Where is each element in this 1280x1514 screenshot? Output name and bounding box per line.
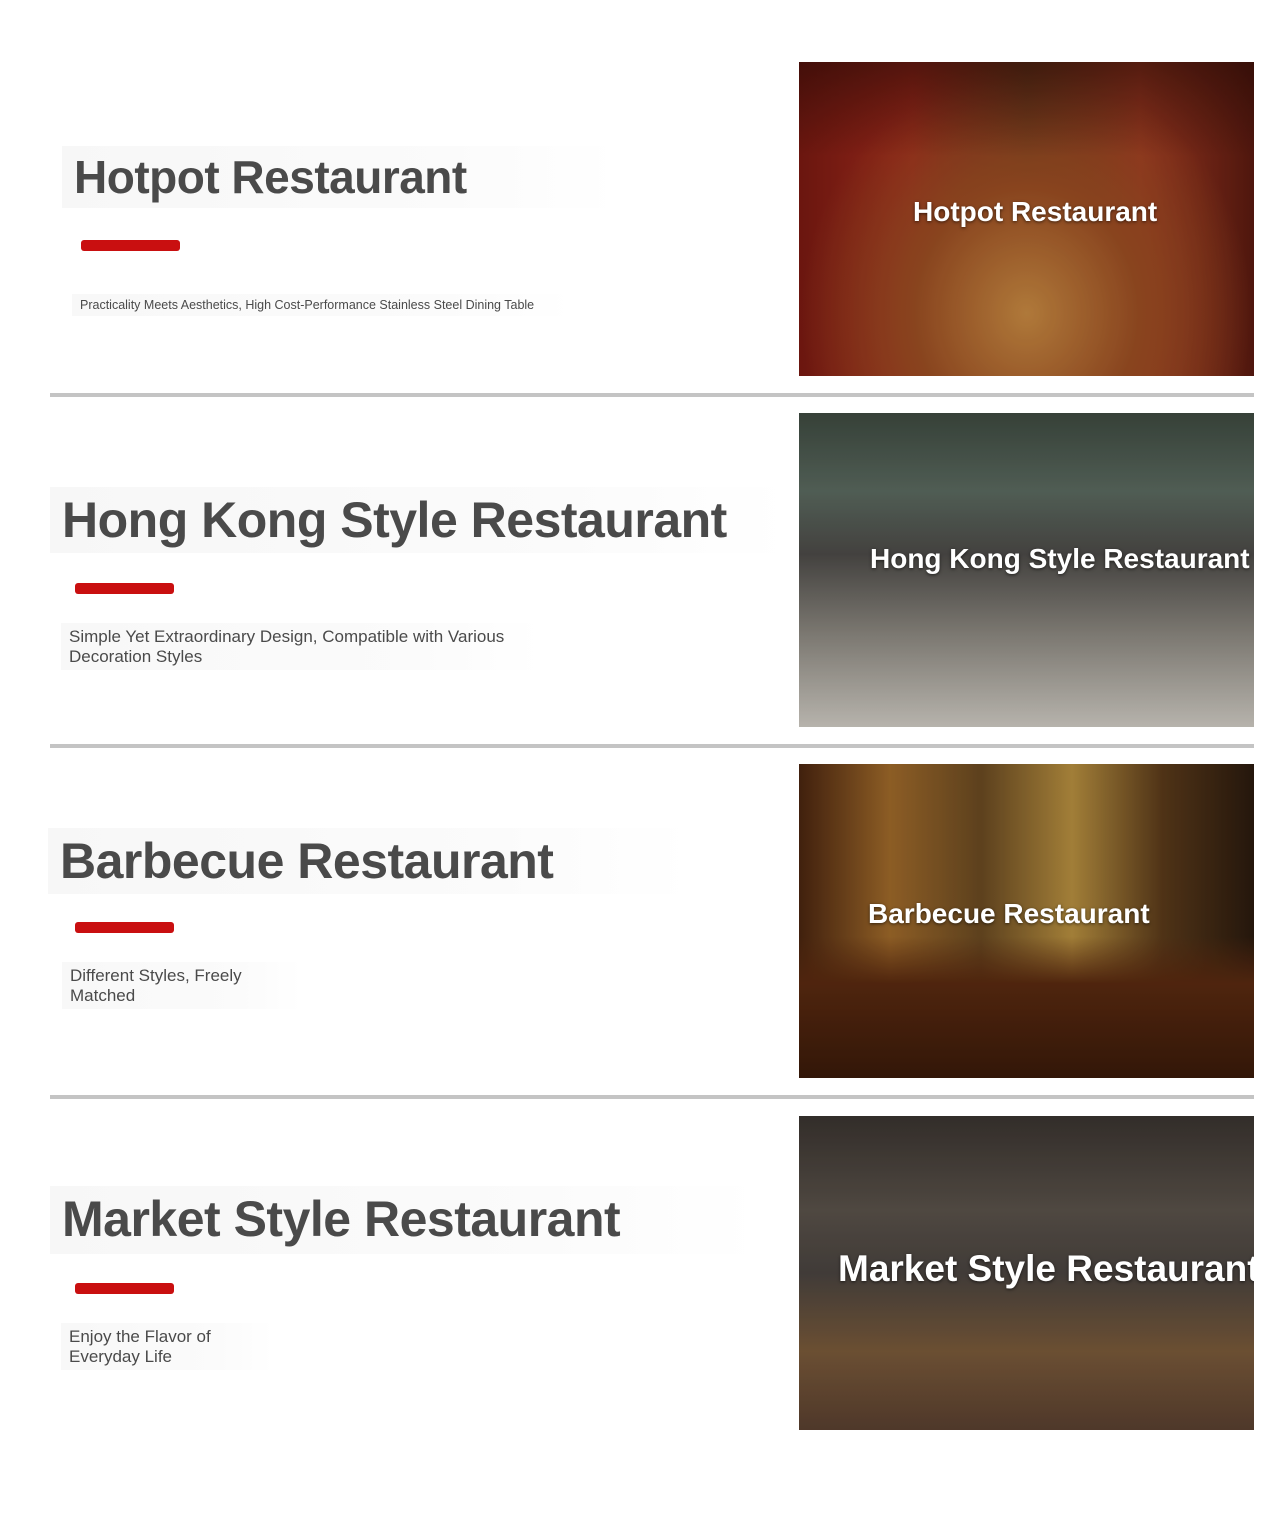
- section-text-column: Barbecue Restaurant Different Styles, Fr…: [0, 764, 790, 1078]
- photo-label: Market Style Restaurant: [838, 1248, 1254, 1289]
- section-title-box: Market Style Restaurant: [50, 1186, 760, 1254]
- accent-bar: [75, 583, 174, 594]
- restaurant-photo: Market Style Restaurant: [799, 1116, 1254, 1430]
- section-divider: [50, 1095, 1254, 1099]
- section-description-box: Simple Yet Extraordinary Design, Compati…: [61, 623, 541, 671]
- section-text-column: Hotpot Restaurant Practicality Meets Aes…: [0, 62, 790, 376]
- photo-label: Hotpot Restaurant: [913, 196, 1158, 227]
- photo-label: Barbecue Restaurant: [868, 898, 1150, 929]
- restaurant-photo: Hong Kong Style Restaurant: [799, 413, 1254, 727]
- accent-bar: [75, 1283, 174, 1294]
- section-text-column: Market Style Restaurant Enjoy the Flavor…: [0, 1116, 790, 1430]
- section-description: Different Styles, Freely Matched: [70, 966, 242, 1005]
- section-divider: [50, 393, 1254, 397]
- section-title-box: Hotpot Restaurant: [62, 146, 618, 208]
- section-description: Simple Yet Extraordinary Design, Compati…: [69, 627, 505, 666]
- restaurant-photo: Barbecue Restaurant: [799, 764, 1254, 1078]
- section-text-column: Hong Kong Style Restaurant Simple Yet Ex…: [0, 413, 790, 727]
- photo-label: Hong Kong Style Restaurant: [870, 543, 1250, 574]
- section-description-box: Practicality Meets Aesthetics, High Cost…: [72, 294, 572, 317]
- section-divider: [50, 744, 1254, 748]
- accent-bar: [81, 240, 180, 251]
- section-description-box: Enjoy the Flavor of Everyday Life: [61, 1323, 273, 1371]
- section-description: Practicality Meets Aesthetics, High Cost…: [80, 298, 535, 312]
- section-title: Hotpot Restaurant: [74, 151, 467, 203]
- section-description-box: Different Styles, Freely Matched: [62, 962, 302, 1010]
- section-title: Hong Kong Style Restaurant: [62, 492, 727, 548]
- section-title: Market Style Restaurant: [62, 1191, 621, 1247]
- section-title-box: Barbecue Restaurant: [48, 828, 692, 894]
- accent-bar: [75, 922, 174, 933]
- section-description: Enjoy the Flavor of Everyday Life: [69, 1327, 211, 1366]
- section-title: Barbecue Restaurant: [60, 833, 554, 889]
- restaurant-photo: Hotpot Restaurant: [799, 62, 1254, 376]
- section-title-box: Hong Kong Style Restaurant: [50, 487, 790, 553]
